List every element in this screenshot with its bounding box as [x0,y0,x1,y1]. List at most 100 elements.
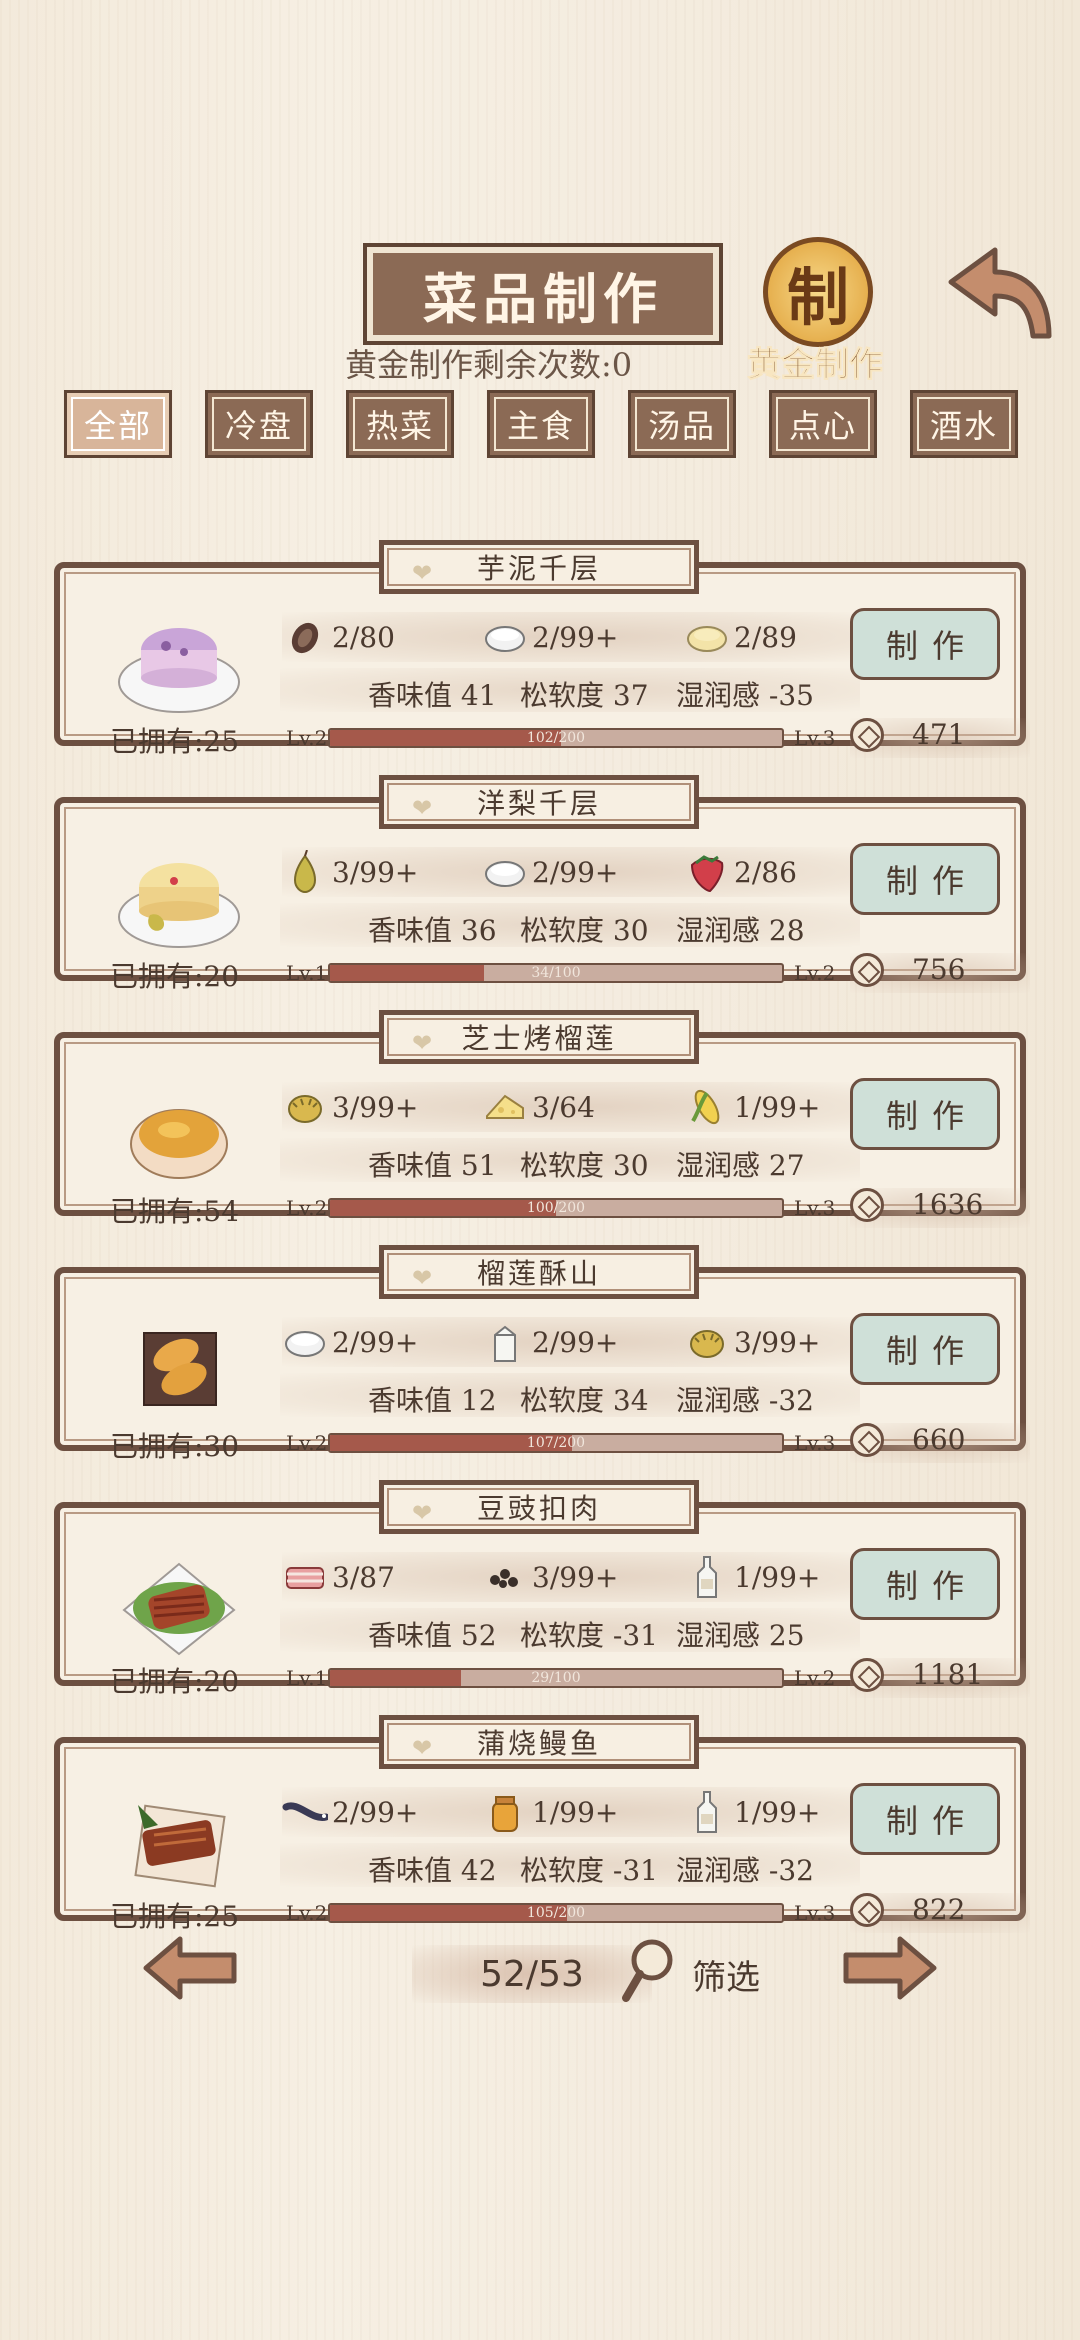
stat-value: 湿润感 28 [676,914,805,947]
tab-all[interactable]: 全部 [64,390,172,458]
ingredient-count: 1/99+ [734,1795,821,1829]
stat-value: 松软度 30 [520,1149,649,1182]
tab-label: 汤品 [635,397,729,451]
level-next: Lv.2 [794,961,836,985]
ingredient-count: 1/99+ [532,1795,619,1829]
level-current: Lv.1 [286,1666,328,1690]
next-page-button[interactable] [842,1935,938,2001]
recipe-card: 已拥有:25 2/99+ 1/99+ 1/99+ 香味值 42 松软度 -31 湿润感 -3… [54,1715,1030,1933]
recipe-name-plate: ❤ 芋泥千层 [379,540,699,594]
make-button[interactable]: 制作 [850,1078,1000,1150]
make-button[interactable]: 制作 [850,608,1000,680]
tab-staples[interactable]: 主食 [487,390,595,458]
ingredient-count: 2/99+ [532,855,619,889]
heart-icon[interactable]: ❤ [412,1499,432,1527]
flour-icon [282,1321,328,1363]
ingredient-row: 3/87 3/99+ 1/99+ [282,1552,862,1602]
egg-custard-icon [684,616,730,658]
ingredient-item: 2/99+ [482,851,618,893]
heart-icon[interactable]: ❤ [412,794,432,822]
level-progress-bar: 34/100 [328,963,784,983]
level-progress-bar: 100/200 [328,1198,784,1218]
level-next: Lv.3 [794,726,836,750]
make-button-label: 制作 [885,1332,978,1370]
stat-value: 香味值 41 [368,679,497,712]
recipe-card: 已拥有:20 3/99+ 2/99+ 2/86 香味值 36 松软度 30 湿润感 28 Lv… [54,775,1030,993]
coin-icon [850,1423,884,1457]
stats-row: 香味值 52 松软度 -31 湿润感 25 [280,1608,860,1652]
recipe-card: 已拥有:25 2/80 2/99+ 2/89 香味值 41 松软度 37 湿润感 -35 Lv… [54,540,1030,758]
ingredient-item: 2/99+ [282,1321,418,1363]
level-progress-bar: 105/200 [328,1903,784,1923]
ingredient-count: 2/99+ [532,620,619,654]
heart-icon[interactable]: ❤ [412,1029,432,1057]
level-next: Lv.2 [794,1666,836,1690]
level-progress-bar: 29/100 [328,1668,784,1688]
gold-craft-button[interactable]: 制 黄金制作 [735,232,895,386]
make-button[interactable]: 制作 [850,1313,1000,1385]
coin-icon [850,1188,884,1222]
heart-icon[interactable]: ❤ [412,1264,432,1292]
make-button[interactable]: 制作 [850,843,1000,915]
durian-pastry-icon [114,1315,244,1425]
liquor-bottle-icon [684,1791,730,1833]
cost-display: 1636 [850,1188,1030,1228]
ingredient-count: 2/89 [734,620,797,654]
stat-value: 松软度 37 [520,679,649,712]
cost-display: 1181 [850,1658,1030,1698]
ingredient-item: 2/99+ [482,1321,618,1363]
pear-crepe-cake-icon [114,845,244,955]
stats-row: 香味值 42 松软度 -31 湿润感 -32 [280,1843,860,1887]
ingredient-count: 3/87 [332,1560,395,1594]
ingredient-item: 3/87 [282,1556,395,1598]
cost-display: 660 [850,1423,1030,1463]
ingredient-item: 2/99+ [282,1791,418,1833]
ingredient-item: 3/99+ [282,1086,418,1128]
gold-craft-label: 黄金制作 [747,345,884,386]
progress-text: 100/200 [526,1200,586,1216]
owned-count: 已拥有:25 [110,1900,240,1933]
filter-button[interactable]: 筛选 [620,1936,770,2006]
page-title-plate: 菜品制作 [363,243,723,345]
stat-value: 湿润感 -35 [676,679,814,712]
heart-icon[interactable]: ❤ [412,559,432,587]
taro-crepe-cake-icon [114,610,244,720]
tab-label: 点心 [776,397,870,451]
ingredient-item: 1/99+ [684,1086,820,1128]
eel-icon [282,1791,328,1833]
progress-text: 107/200 [526,1435,586,1451]
make-button-label: 制作 [885,862,978,900]
tab-drinks[interactable]: 酒水 [910,390,1018,458]
recipe-name: 芝士烤榴莲 [461,1022,617,1055]
back-button[interactable] [945,242,1055,342]
cheese-durian-bowl-icon [114,1080,244,1190]
pork-belly-icon [282,1556,328,1598]
level-next: Lv.3 [794,1901,836,1925]
level-current: Lv.2 [286,1196,328,1220]
heart-icon[interactable]: ❤ [412,1734,432,1762]
flour-icon [482,851,528,893]
tab-label: 热菜 [353,397,447,451]
progress-text: 34/100 [531,965,581,981]
pear-icon [282,850,328,894]
arrow-right-icon [843,1936,937,2000]
prev-page-button[interactable] [142,1935,238,2001]
recipe-name: 蒲烧鳗鱼 [476,1727,601,1760]
tab-soups[interactable]: 汤品 [628,390,736,458]
make-button[interactable]: 制作 [850,1548,1000,1620]
ingredient-count: 3/99+ [532,1560,619,1594]
recipe-name-plate: ❤ 榴莲酥山 [379,1245,699,1299]
recipe-name: 榴莲酥山 [476,1257,601,1290]
braised-pork-icon [114,1550,244,1660]
ingredient-item: 2/89 [684,616,797,658]
make-button[interactable]: 制作 [850,1783,1000,1855]
level-current: Lv.2 [286,1431,328,1455]
ingredient-row: 2/99+ 2/99+ 3/99+ [282,1317,862,1367]
ingredient-item: 3/99+ [482,1556,618,1598]
tab-desserts[interactable]: 点心 [769,390,877,458]
tab-hot-dishes[interactable]: 热菜 [346,390,454,458]
ingredient-item: 2/80 [282,616,395,658]
tab-cold-dishes[interactable]: 冷盘 [205,390,313,458]
ingredient-count: 2/86 [734,855,797,889]
tab-label: 全部 [71,397,165,451]
